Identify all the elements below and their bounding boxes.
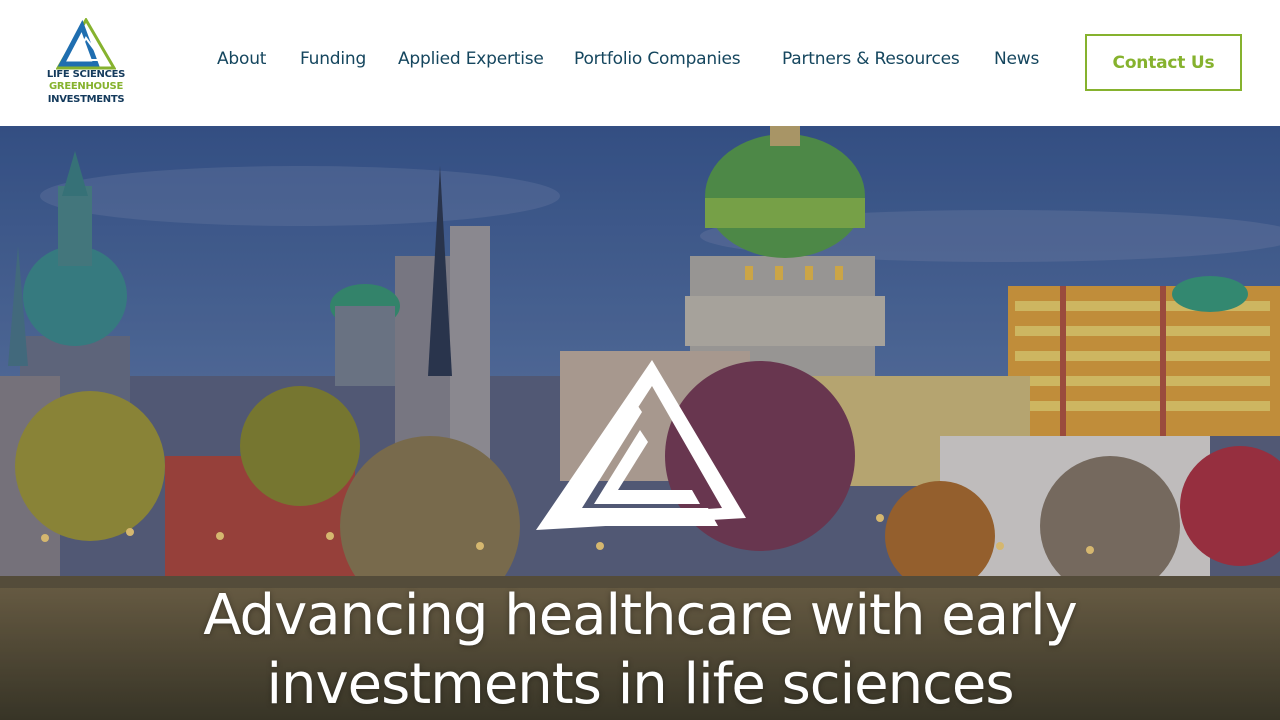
nav-about[interactable]: About — [217, 49, 266, 69]
hero-heading-line-2: investments in life sciences — [266, 652, 1014, 717]
contact-us-button[interactable]: Contact Us — [1085, 34, 1242, 91]
nav-funding[interactable]: Funding — [300, 49, 366, 69]
logo-line-life-sciences: LIFE SCIENCES — [46, 69, 126, 80]
nav-news[interactable]: News — [994, 49, 1039, 69]
logo-triangle-icon — [56, 18, 116, 70]
logo-line-greenhouse: GREENHOUSE — [49, 81, 123, 92]
nav-applied-expertise[interactable]: Applied Expertise — [398, 49, 544, 69]
hero-section: Advancing healthcare with early investme… — [0, 126, 1280, 720]
hero-heading-line-1: Advancing healthcare with early — [203, 583, 1078, 648]
nav-portfolio-companies[interactable]: Portfolio Companies — [574, 49, 741, 69]
brand-logo[interactable]: LIFE SCIENCES GREENHOUSE INVESTMENTS — [44, 18, 128, 108]
hero-heading: Advancing healthcare with early investme… — [140, 581, 1140, 719]
triangle-logo-mark-icon — [536, 360, 746, 530]
nav-partners-resources[interactable]: Partners & Resources — [782, 49, 960, 69]
site-header: LIFE SCIENCES GREENHOUSE INVESTMENTS Abo… — [0, 0, 1280, 126]
logo-line-investments: INVESTMENTS — [47, 94, 125, 105]
